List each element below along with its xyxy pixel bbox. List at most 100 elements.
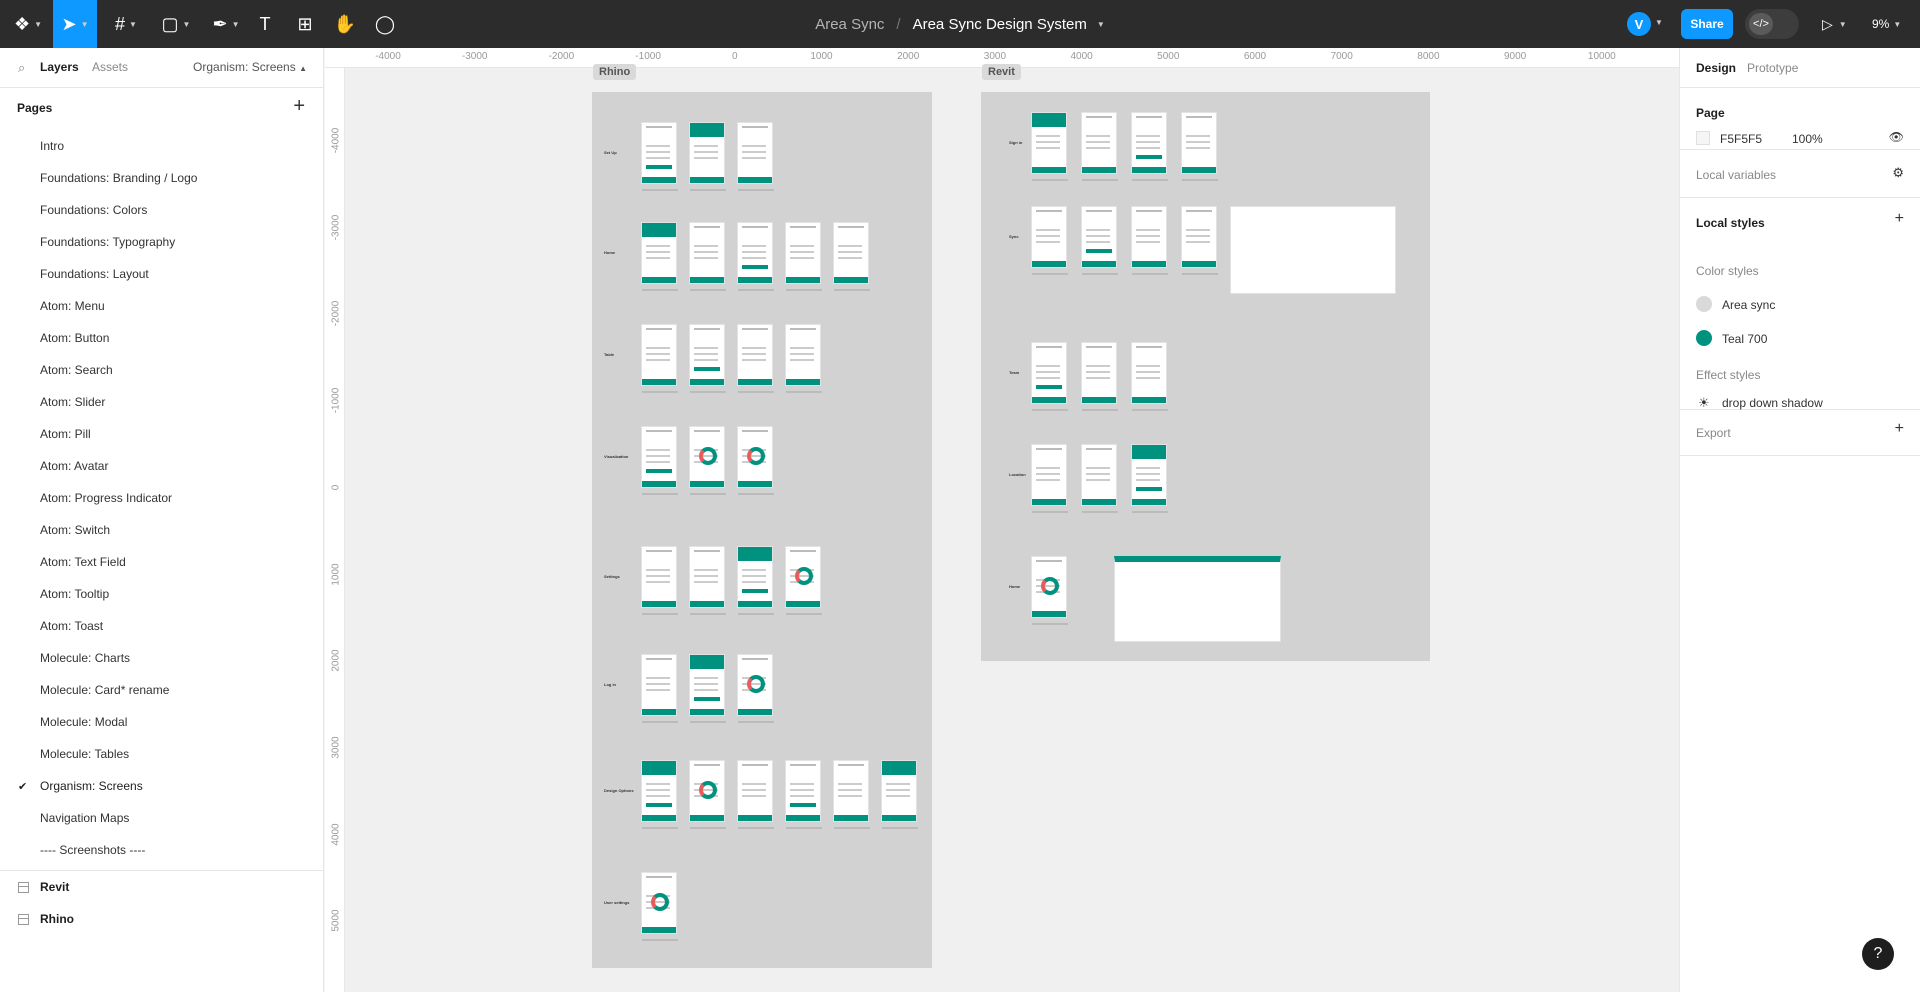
screen-frame[interactable] [1131,342,1168,411]
screen-frame[interactable] [641,222,678,291]
screen-frame[interactable] [1131,444,1168,513]
screen-frame[interactable] [1031,342,1068,411]
add-export-button[interactable]: + [1895,420,1904,438]
variables-settings-icon[interactable]: ⚙ [1892,165,1904,181]
screen-frame[interactable] [641,654,678,723]
tab-assets[interactable]: Assets [92,60,128,74]
screen-frame[interactable] [1181,206,1218,275]
screen-frame[interactable] [1181,112,1218,181]
page-opacity-value[interactable]: 100% [1792,132,1823,146]
screen-frame[interactable] [833,222,870,291]
search-icon[interactable]: ⌕ [18,60,25,76]
page-item[interactable]: Atom: Menu [0,290,323,322]
file-title[interactable]: Area Sync / Area Sync Design System ▼ [760,0,1160,48]
color-style-area-sync[interactable]: Area sync [1722,298,1775,312]
dev-mode-toggle[interactable]: </> [1745,9,1799,39]
screen-frame[interactable] [689,324,726,393]
screen-frame[interactable] [833,760,870,829]
screen-frame[interactable] [1081,444,1118,513]
screen-frame[interactable] [1031,206,1068,275]
screen-frame[interactable] [1131,206,1168,275]
current-page-selector[interactable]: Organism: Screens ▲ [193,60,307,74]
screen-frame[interactable] [737,222,774,291]
screen-frame[interactable] [737,546,774,615]
page-item[interactable]: Molecule: Modal [0,706,323,738]
color-style-teal-700[interactable]: Teal 700 [1722,332,1767,346]
effect-style-drop-down-shadow[interactable]: drop down shadow [1722,396,1823,410]
add-style-button[interactable]: + [1895,210,1904,228]
export-label[interactable]: Export [1696,426,1731,440]
main-menu-button[interactable]: ❖ ▼ [8,0,48,48]
pen-tool-button[interactable]: ✒ ▼ [206,0,246,48]
page-item[interactable]: Foundations: Layout [0,258,323,290]
local-variables-label[interactable]: Local variables [1696,168,1776,182]
screen-frame[interactable] [1131,112,1168,181]
move-tool-button[interactable]: ➤ ▼ [53,0,97,48]
page-item[interactable]: Atom: Pill [0,418,323,450]
screen-frame[interactable] [785,760,822,829]
screen-frame[interactable] [689,760,726,829]
screen-frame[interactable] [689,122,726,191]
screen-frame[interactable] [641,546,678,615]
tab-design[interactable]: Design [1696,61,1736,75]
screen-frame[interactable] [737,426,774,495]
screen-frame[interactable] [641,122,678,191]
screen-frame[interactable] [689,546,726,615]
screen-frame[interactable] [737,760,774,829]
chevron-down-icon[interactable]: ▼ [1655,18,1663,27]
help-button[interactable]: ? [1862,938,1894,970]
add-page-button[interactable]: + [293,95,305,118]
screen-frame[interactable] [1031,556,1068,625]
hand-tool-button[interactable]: ✋ [330,0,360,48]
desktop-frame[interactable] [1230,206,1396,294]
page-item[interactable]: Atom: Slider [0,386,323,418]
section-revit[interactable]: Sign in Sync Team Location Home [981,92,1430,661]
project-name[interactable]: Area Sync [815,16,884,33]
page-item[interactable]: Atom: Button [0,322,323,354]
eye-icon[interactable]: 👁 [1889,130,1904,144]
tab-layers[interactable]: Layers [40,60,79,74]
screen-frame[interactable] [785,546,822,615]
screen-frame[interactable] [1081,206,1118,275]
text-tool-button[interactable]: T [250,0,280,48]
screen-frame[interactable] [689,426,726,495]
avatar[interactable]: V [1627,12,1651,36]
screen-frame[interactable] [689,654,726,723]
page-item[interactable]: Molecule: Card* rename [0,674,323,706]
page-item[interactable]: Foundations: Typography [0,226,323,258]
page-item[interactable]: Intro [0,130,323,162]
page-item[interactable]: Atom: Switch [0,514,323,546]
page-item[interactable]: Atom: Toast [0,610,323,642]
screen-frame[interactable] [689,222,726,291]
screen-frame[interactable] [641,872,678,941]
page-color-swatch[interactable] [1696,131,1710,145]
screen-frame[interactable] [737,654,774,723]
file-name[interactable]: Area Sync Design System [913,16,1087,33]
page-item[interactable]: Foundations: Branding / Logo [0,162,323,194]
section-label-revit[interactable]: Revit [982,64,1021,80]
canvas[interactable]: -4000 -3000 -2000 -1000 0 1000 2000 3000 4000 500… [325,48,1679,992]
screen-frame[interactable] [737,324,774,393]
screen-frame[interactable] [881,760,918,829]
screen-frame[interactable] [1031,112,1068,181]
page-item[interactable]: Atom: Tooltip [0,578,323,610]
page-item[interactable]: Molecule: Charts [0,642,323,674]
page-item[interactable]: Navigation Maps [0,802,323,834]
share-button[interactable]: Share [1681,9,1733,39]
screen-frame[interactable] [1031,444,1068,513]
shape-tool-button[interactable]: ▢ ▼ [156,0,196,48]
screen-frame[interactable] [737,122,774,191]
tab-prototype[interactable]: Prototype [1747,61,1798,75]
layer-revit[interactable]: Revit [0,871,323,903]
screen-frame[interactable] [1081,342,1118,411]
page-item[interactable]: Foundations: Colors [0,194,323,226]
page-item[interactable]: ---- Screenshots ---- [0,834,323,866]
comment-tool-button[interactable]: ◯ [370,0,400,48]
screen-frame[interactable] [641,426,678,495]
page-item[interactable]: Atom: Search [0,354,323,386]
screen-frame[interactable] [1081,112,1118,181]
desktop-frame[interactable] [1114,556,1281,642]
screen-frame[interactable] [641,324,678,393]
section-rhino[interactable]: Set Up Home Table Visualization Settings Log … [592,92,932,968]
page-item[interactable]: Molecule: Tables [0,738,323,770]
